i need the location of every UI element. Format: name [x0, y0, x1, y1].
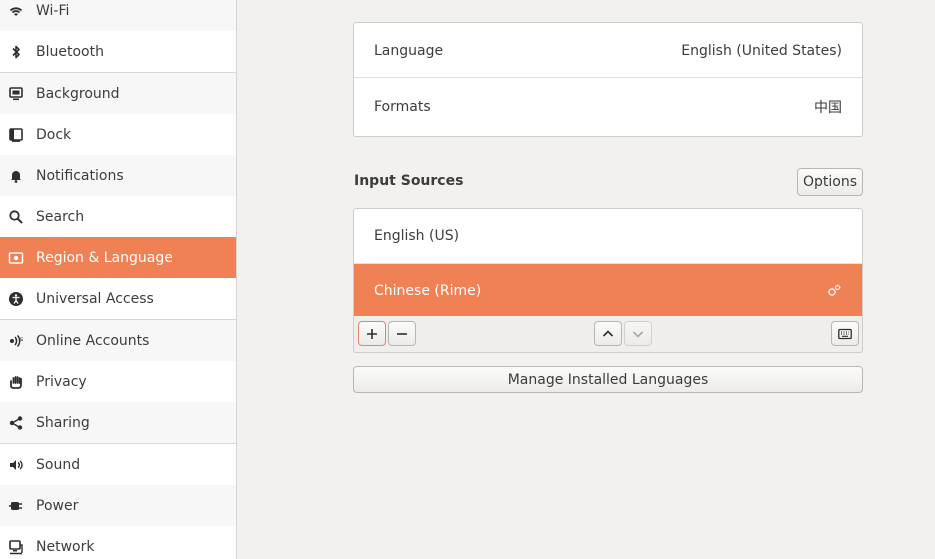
speaker-icon	[8, 457, 24, 473]
sidebar-item-label: Universal Access	[36, 290, 154, 307]
language-formats-panel: Language English (United States) Formats…	[353, 22, 863, 137]
minus-icon	[395, 327, 409, 341]
sidebar-item-notifications[interactable]: Notifications	[0, 155, 236, 196]
chevron-down-icon	[631, 327, 645, 341]
language-value: English (United States)	[681, 42, 842, 59]
search-icon	[8, 209, 24, 225]
sidebar-item-label: Notifications	[36, 167, 124, 184]
sidebar-item-search[interactable]: Search	[0, 196, 236, 237]
sidebar-item-label: Wi-Fi	[36, 2, 70, 19]
list-item[interactable]: English (US)	[354, 209, 862, 263]
add-input-source-button[interactable]	[358, 321, 386, 346]
power-plug-icon	[8, 498, 24, 514]
sidebar-item-label: Sound	[36, 456, 81, 473]
keyboard-layout-button[interactable]	[831, 321, 859, 346]
formats-label: Formats	[374, 99, 431, 115]
sidebar-item-label: Background	[36, 85, 120, 102]
network-icon	[8, 539, 24, 555]
input-sources-list: English (US) Chinese (Rime)	[353, 208, 863, 317]
move-down-button[interactable]	[624, 321, 652, 346]
sidebar-item-label: Online Accounts	[36, 332, 150, 349]
sidebar-item-online-accounts[interactable]: s Online Accounts	[0, 320, 236, 361]
options-button[interactable]: Options	[797, 168, 863, 196]
input-source-label: English (US)	[374, 228, 460, 244]
sidebar-item-region-language[interactable]: Region & Language	[0, 237, 236, 278]
svg-text:s: s	[20, 336, 23, 343]
language-label: Language	[374, 42, 444, 59]
list-item-selected[interactable]: Chinese (Rime)	[354, 264, 862, 316]
input-sources-title: Input Sources	[354, 173, 464, 189]
settings-sidebar: Wi-Fi Bluetooth Background Dock Notifica…	[0, 0, 237, 559]
sidebar-item-bluetooth[interactable]: Bluetooth	[0, 31, 236, 72]
sidebar-item-privacy[interactable]: Privacy	[0, 361, 236, 402]
sidebar-item-label: Power	[36, 497, 79, 514]
sidebar-item-sound[interactable]: Sound	[0, 444, 236, 485]
sidebar-item-label: Sharing	[36, 414, 90, 431]
chevron-up-icon	[601, 327, 615, 341]
sidebar-item-label: Region & Language	[36, 249, 173, 266]
remove-input-source-button[interactable]	[388, 321, 416, 346]
manage-installed-languages-button[interactable]: Manage Installed Languages	[353, 366, 863, 393]
keyboard-icon	[838, 327, 852, 341]
bell-icon	[8, 168, 24, 184]
formats-row[interactable]: Formats 中国	[354, 78, 862, 136]
sidebar-item-label: Search	[36, 208, 85, 225]
sidebar-item-dock[interactable]: Dock	[0, 114, 236, 155]
sidebar-item-label: Privacy	[36, 373, 87, 390]
sidebar-item-sharing[interactable]: Sharing	[0, 402, 236, 443]
gear-icon[interactable]	[826, 283, 842, 299]
online-accounts-icon: s	[8, 333, 24, 349]
share-icon	[8, 415, 24, 431]
sidebar-item-network[interactable]: Network	[0, 526, 236, 559]
sidebar-item-background[interactable]: Background	[0, 73, 236, 114]
input-source-label: Chinese (Rime)	[374, 283, 482, 299]
formats-value: 中国	[814, 100, 842, 116]
move-up-button[interactable]	[594, 321, 622, 346]
sidebar-item-label: Network	[36, 538, 95, 555]
sidebar-item-label: Dock	[36, 126, 72, 143]
language-row[interactable]: Language English (United States)	[354, 23, 862, 78]
accessibility-icon	[8, 291, 24, 307]
region-flag-icon	[8, 250, 24, 266]
hand-icon	[8, 374, 24, 390]
sidebar-item-universal-access[interactable]: Universal Access	[0, 278, 236, 319]
input-sources-toolbar	[353, 316, 863, 353]
plus-icon	[365, 327, 379, 341]
dock-icon	[8, 127, 24, 143]
sidebar-item-label: Bluetooth	[36, 43, 104, 60]
wifi-icon	[8, 3, 24, 19]
sidebar-item-power[interactable]: Power	[0, 485, 236, 526]
sidebar-item-wifi[interactable]: Wi-Fi	[0, 0, 236, 31]
bluetooth-icon	[8, 44, 24, 60]
background-icon	[8, 86, 24, 102]
